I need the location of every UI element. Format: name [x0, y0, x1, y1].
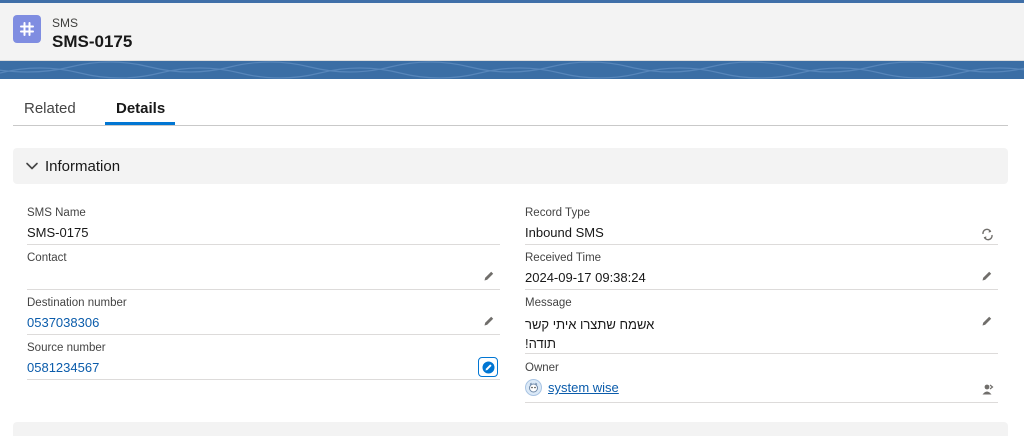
field-value: 2024-09-17 09:38:24: [525, 270, 646, 285]
pencil-icon: [982, 316, 992, 326]
tab-related[interactable]: Related: [24, 100, 76, 117]
object-type-label: SMS: [52, 16, 79, 30]
pencil-icon: [484, 271, 494, 281]
active-tab-indicator: [105, 122, 175, 125]
field-contact: Contact: [27, 252, 500, 290]
change-record-type-icon: [981, 228, 993, 240]
field-label: Received Time: [525, 252, 602, 264]
field-value: Inbound SMS: [525, 225, 604, 240]
tab-bar: Related Details: [13, 79, 1008, 126]
record-header: SMS SMS-0175: [0, 3, 1024, 61]
change-owner-button[interactable]: [978, 380, 996, 398]
change-record-type-button[interactable]: [978, 225, 996, 243]
field-label: Destination number: [27, 297, 127, 309]
decorative-banner: [0, 61, 1024, 79]
field-received-time: Received Time 2024-09-17 09:38:24: [525, 252, 998, 290]
field-label: Contact: [27, 252, 67, 264]
section-toggle-next[interactable]: [13, 422, 1008, 436]
field-label: Message: [525, 297, 572, 309]
owner-link[interactable]: system wise: [548, 380, 619, 395]
section-title: Information: [45, 158, 121, 175]
hash-icon: [13, 15, 41, 43]
pencil-icon: [982, 271, 992, 281]
field-destination-number: Destination number 0537038306: [27, 297, 500, 335]
record-title: SMS-0175: [52, 32, 133, 51]
field-label: SMS Name: [27, 207, 86, 219]
field-source-number: Source number 0581234567: [27, 342, 500, 380]
record-detail-card: Related Details Information SMS Name SMS…: [0, 79, 1024, 436]
edit-source-number-button[interactable]: [478, 357, 498, 377]
change-owner-icon: [982, 384, 993, 394]
source-number-link[interactable]: 0581234567: [27, 360, 99, 375]
edit-contact-button[interactable]: [480, 267, 498, 285]
section-toggle-information[interactable]: Information: [13, 148, 1008, 184]
destination-number-link[interactable]: 0537038306: [27, 315, 99, 330]
edit-received-time-button[interactable]: [978, 267, 996, 285]
edit-destination-number-button[interactable]: [480, 312, 498, 330]
field-message: Message אשמח שתצרו איתי קשר תודה!: [525, 297, 998, 354]
pencil-icon: [484, 316, 494, 326]
tab-details[interactable]: Details: [116, 100, 165, 117]
field-value: SMS-0175: [27, 225, 89, 240]
avatar: [525, 379, 542, 396]
chevron-down-icon: [25, 159, 39, 178]
message-text: אשמח שתצרו איתי קשר תודה!: [525, 315, 725, 353]
edit-message-button[interactable]: [978, 312, 996, 330]
field-owner: Owner system wise: [525, 362, 998, 403]
field-record-type: Record Type Inbound SMS: [525, 207, 998, 245]
message-line-1: אשמח שתצרו איתי קשר: [525, 317, 655, 332]
field-label: Owner: [525, 362, 559, 374]
field-label: Record Type: [525, 207, 590, 219]
pencil-icon: [482, 361, 494, 373]
field-label: Source number: [27, 342, 106, 354]
message-line-2: תודה!: [525, 336, 557, 351]
field-sms-name: SMS Name SMS-0175: [27, 207, 500, 245]
